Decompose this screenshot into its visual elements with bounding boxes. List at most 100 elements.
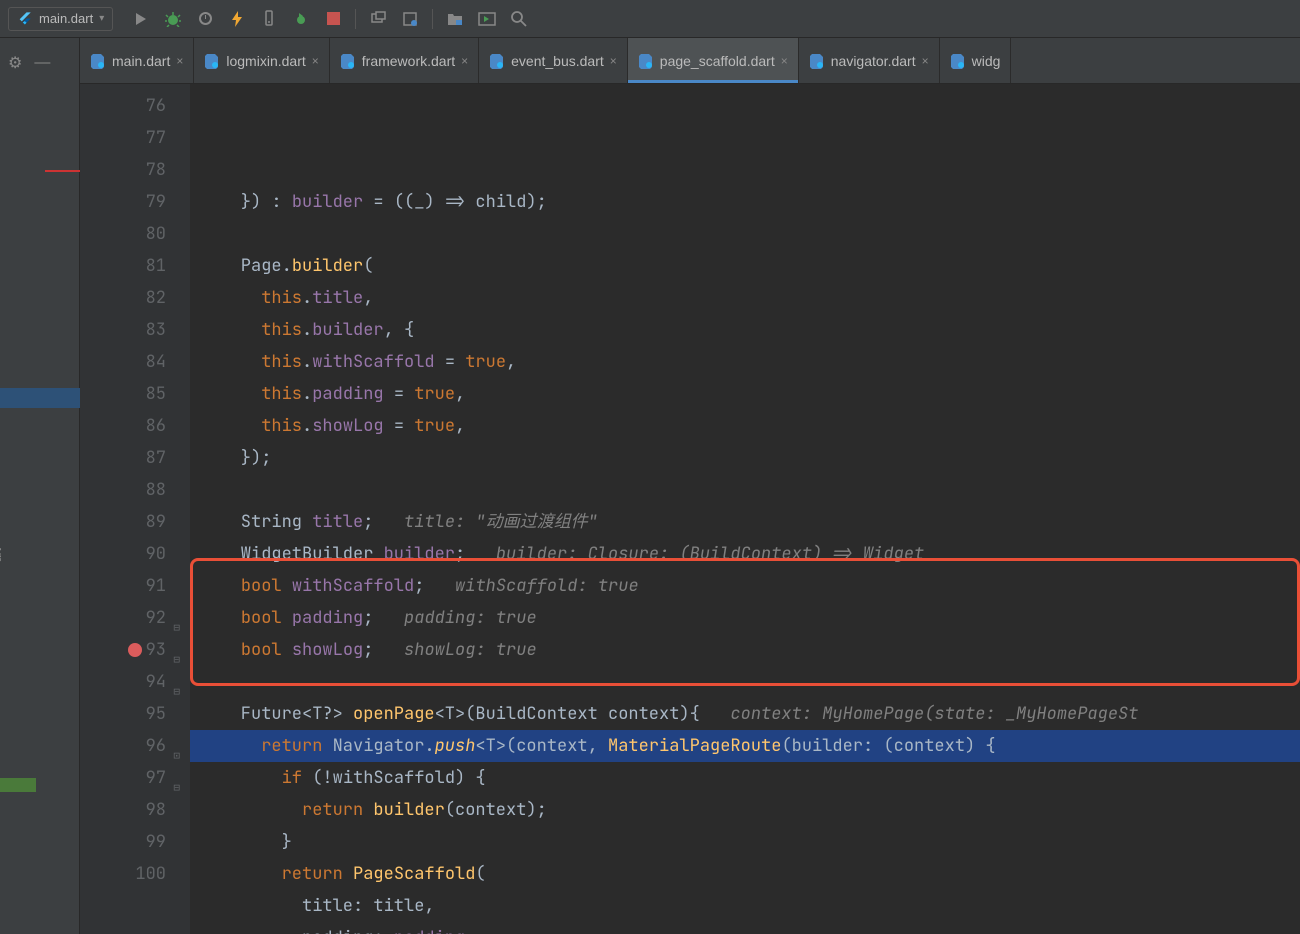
code-line[interactable]: return Navigator.push<T>(context, Materi… [190, 730, 1300, 762]
editor-tab[interactable]: logmixin.dart × [194, 38, 329, 83]
line-number: 100 [80, 858, 166, 890]
dart-file-icon [340, 53, 356, 69]
search-button[interactable] [505, 5, 533, 33]
gutter-highlight [0, 388, 80, 408]
fold-marker-icon[interactable]: ⊟ [168, 612, 180, 624]
code-area[interactable]: }) : builder = ((_) => child); Page.buil… [190, 84, 1300, 934]
code-line[interactable]: if (!withScaffold) { [190, 762, 1300, 794]
line-number: 85 [80, 378, 166, 410]
code-line[interactable]: String title; title: "动画过渡组件" [190, 506, 1300, 538]
line-number: 99 [80, 826, 166, 858]
code-line[interactable] [190, 666, 1300, 698]
code-line[interactable]: bool padding; padding: true [190, 602, 1300, 634]
editor-tab[interactable]: framework.dart × [330, 38, 479, 83]
editor-tab[interactable]: navigator.dart × [799, 38, 940, 83]
tab-name: logmixin.dart [226, 53, 305, 69]
line-number: 91 [80, 570, 166, 602]
toolbar-separator [432, 9, 433, 29]
profile-button[interactable] [191, 5, 219, 33]
breakpoint-marker[interactable] [128, 643, 142, 657]
fold-marker-icon[interactable]: ⊟ [168, 772, 180, 784]
code-line[interactable]: this.showLog = true, [190, 410, 1300, 442]
tab-name: widg [972, 53, 1001, 69]
line-number: 90 [80, 538, 166, 570]
dart-file-icon [489, 53, 505, 69]
code-line[interactable]: Future<T?> openPage<T>(BuildContext cont… [190, 698, 1300, 730]
close-tab-icon[interactable]: × [781, 54, 788, 68]
code-line[interactable]: padding: padding, [190, 922, 1300, 934]
code-line[interactable]: }) : builder = ((_) => child); [190, 186, 1300, 218]
hot-restart-button[interactable] [255, 5, 283, 33]
flutter-icon [17, 11, 33, 27]
code-line[interactable]: bool showLog; showLog: true [190, 634, 1300, 666]
code-line[interactable]: WidgetBuilder builder; builder: Closure:… [190, 538, 1300, 570]
tab-name: navigator.dart [831, 53, 916, 69]
line-number: 87 [80, 442, 166, 474]
dart-file-icon [90, 53, 106, 69]
code-line[interactable]: this.title, [190, 282, 1300, 314]
close-tab-icon[interactable]: × [610, 54, 617, 68]
line-number: 83 [80, 314, 166, 346]
run-config-name: main.dart [39, 11, 93, 26]
fold-marker-icon[interactable]: ⊟ [168, 644, 180, 656]
close-tab-icon[interactable]: × [922, 54, 929, 68]
left-gutter-text: art [0, 548, 4, 562]
line-number: 78 [80, 154, 166, 186]
flutter-outline-button[interactable] [396, 5, 424, 33]
code-line[interactable]: Page.builder( [190, 250, 1300, 282]
line-number: 96 [80, 730, 166, 762]
editor-tab[interactable]: widg [940, 38, 1012, 83]
toolbar-separator [355, 9, 356, 29]
project-structure-button[interactable] [441, 5, 469, 33]
code-line[interactable]: title: title, [190, 890, 1300, 922]
fold-marker-icon[interactable]: ⊟ [168, 676, 180, 688]
gutter-green-marker [0, 778, 36, 792]
dart-file-icon [204, 53, 220, 69]
line-number: 93 [80, 634, 166, 666]
collapse-icon[interactable]: — [34, 54, 50, 72]
code-line[interactable]: this.withScaffold = true, [190, 346, 1300, 378]
run-config-selector[interactable]: main.dart ▾ [8, 7, 113, 31]
tab-name: page_scaffold.dart [660, 53, 775, 69]
devtools-button[interactable] [364, 5, 392, 33]
debug-button[interactable] [159, 5, 187, 33]
line-number: 97 [80, 762, 166, 794]
code-line[interactable]: }); [190, 442, 1300, 474]
settings-icon[interactable]: ⚙ [8, 53, 22, 73]
code-line[interactable]: return PageScaffold( [190, 858, 1300, 890]
close-tab-icon[interactable]: × [176, 54, 183, 68]
attach-debugger-button[interactable] [287, 5, 315, 33]
code-line[interactable]: bool withScaffold; withScaffold: true [190, 570, 1300, 602]
code-line[interactable]: } [190, 826, 1300, 858]
dart-file-icon [809, 53, 825, 69]
code-line[interactable]: this.padding = true, [190, 378, 1300, 410]
code-editor[interactable]: 7677787980818283848586878889909192⊟93⊟94… [80, 84, 1300, 934]
run-anything-button[interactable] [473, 5, 501, 33]
line-number: 89 [80, 506, 166, 538]
line-number: 98 [80, 794, 166, 826]
dart-file-icon [950, 53, 966, 69]
close-tab-icon[interactable]: × [461, 54, 468, 68]
line-number: 81 [80, 250, 166, 282]
line-number: 95 [80, 698, 166, 730]
line-number: 88 [80, 474, 166, 506]
line-number: 92 [80, 602, 166, 634]
fold-end-marker-icon[interactable]: ⊡ [168, 740, 180, 752]
tab-name: framework.dart [362, 53, 455, 69]
left-tool-gutter: ⚙ — art [0, 38, 80, 934]
code-line[interactable]: this.builder, { [190, 314, 1300, 346]
line-number: 77 [80, 122, 166, 154]
line-number: 80 [80, 218, 166, 250]
code-line[interactable] [190, 218, 1300, 250]
code-line[interactable]: return builder(context); [190, 794, 1300, 826]
dropdown-arrow-icon: ▾ [99, 13, 104, 24]
editor-tab[interactable]: page_scaffold.dart × [628, 38, 799, 83]
editor-tabs-bar: main.dart × logmixin.dart × framework.da… [80, 38, 1300, 84]
editor-tab[interactable]: event_bus.dart × [479, 38, 628, 83]
run-button[interactable] [127, 5, 155, 33]
stop-button[interactable] [319, 5, 347, 33]
hot-reload-button[interactable] [223, 5, 251, 33]
editor-tab[interactable]: main.dart × [80, 38, 194, 83]
close-tab-icon[interactable]: × [312, 54, 319, 68]
code-line[interactable] [190, 474, 1300, 506]
